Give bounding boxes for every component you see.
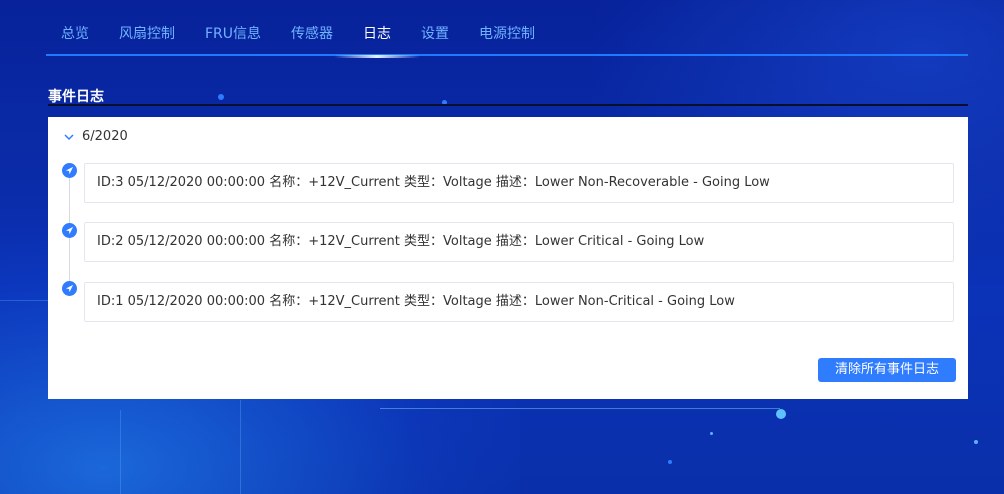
log-entry: ID:1 05/12/2020 00:00:00 名称：+12V_Current… — [84, 282, 954, 322]
nav-item-overview[interactable]: 总览 — [46, 15, 104, 53]
timeline-node-icon — [62, 281, 77, 296]
log-group-label: 6/2020 — [82, 129, 128, 144]
log-entry-text: ID:2 05/12/2020 00:00:00 名称：+12V_Current… — [97, 234, 705, 249]
timeline-node-icon — [62, 163, 77, 178]
section-title: 事件日志 — [48, 86, 968, 106]
nav-item-sensors[interactable]: 传感器 — [276, 15, 348, 53]
event-log-panel: 6/2020 ID:3 05/12/2020 00:00:00 名称：+12V_… — [48, 117, 968, 399]
nav-item-logs[interactable]: 日志 — [334, 15, 421, 58]
nav-item-fan-control[interactable]: 风扇控制 — [104, 15, 190, 53]
log-entry: ID:3 05/12/2020 00:00:00 名称：+12V_Current… — [84, 163, 954, 203]
timeline-node-icon — [62, 223, 77, 238]
clear-all-logs-button[interactable]: 清除所有事件日志 — [818, 358, 956, 382]
nav-item-fru-info[interactable]: FRU信息 — [190, 15, 276, 53]
log-group-toggle[interactable]: 6/2020 — [62, 129, 128, 144]
log-entry-text: ID:3 05/12/2020 00:00:00 名称：+12V_Current… — [97, 175, 770, 190]
top-nav: 总览 风扇控制 FRU信息 传感器 日志 设置 电源控制 — [46, 14, 968, 58]
nav-item-power-control[interactable]: 电源控制 — [464, 15, 550, 53]
nav-item-settings[interactable]: 设置 — [406, 15, 464, 53]
log-entry-text: ID:1 05/12/2020 00:00:00 名称：+12V_Current… — [97, 294, 735, 309]
log-entry: ID:2 05/12/2020 00:00:00 名称：+12V_Current… — [84, 222, 954, 262]
chevron-down-icon — [64, 133, 74, 140]
